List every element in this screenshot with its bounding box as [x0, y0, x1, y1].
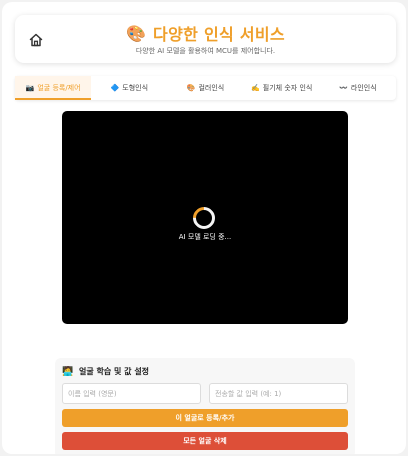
value-input[interactable]: [209, 383, 348, 404]
page-title: 다양한 인식 서비스: [153, 25, 285, 44]
page-title-row: 🎨 다양한 인식 서비스: [15, 21, 396, 45]
palette-icon: 🎨: [186, 84, 196, 92]
header-card: 🎨 다양한 인식 서비스 다양한 AI 모델을 활용하여 MCU를 제어합니다.: [15, 15, 396, 63]
camera-icon: 📷: [25, 84, 35, 92]
tab-handwriting-recognition[interactable]: ✍️ 필기체 숫자 인식: [244, 76, 320, 100]
tab-color-recognition[interactable]: 🎨 컬러인식: [167, 76, 243, 100]
wavy-line-icon: 〰️: [339, 84, 348, 92]
panel-title-text: 얼굴 학습 및 값 설정: [79, 367, 150, 376]
app-page: 🎨 다양한 인식 서비스 다양한 AI 모델을 활용하여 MCU를 제어합니다.…: [2, 2, 406, 454]
technologist-icon: 🧑‍💻: [62, 367, 74, 377]
tab-label: 컬러인식: [198, 84, 225, 92]
panel-title: 🧑‍💻 얼굴 학습 및 값 설정: [62, 366, 149, 377]
register-face-button[interactable]: 이 얼굴로 등록/추가: [62, 409, 348, 427]
camera-view: AI 모델 로딩 중...: [62, 111, 348, 324]
tab-face-register[interactable]: 📷 얼굴 등록/제어: [15, 76, 92, 100]
tab-label: 얼굴 등록/제어: [37, 84, 81, 92]
palette-icon: 🎨: [126, 23, 146, 43]
page-subtitle: 다양한 AI 모델을 활용하여 MCU를 제어합니다.: [135, 47, 276, 55]
loading-spinner-icon: [188, 202, 220, 234]
tab-label: 라인인식: [350, 84, 377, 92]
diamond-icon: 🔷: [110, 84, 120, 92]
delete-all-faces-button[interactable]: 모든 얼굴 삭제: [62, 432, 348, 450]
tab-label: 필기체 숫자 인식: [262, 84, 313, 92]
name-input[interactable]: [62, 383, 201, 404]
writing-hand-icon: ✍️: [251, 84, 260, 92]
tab-line-recognition[interactable]: 〰️ 라인인식: [320, 76, 396, 100]
tab-bar: 📷 얼굴 등록/제어 🔷 도형인식 🎨 컬러인식 ✍️ 필기체 숫자 인식 〰️…: [15, 76, 396, 100]
face-settings-panel: 🧑‍💻 얼굴 학습 및 값 설정 이 얼굴로 등록/추가 모든 얼굴 삭제: [55, 358, 355, 454]
tab-shape-recognition[interactable]: 🔷 도형인식: [91, 76, 167, 100]
tab-label: 도형인식: [122, 84, 149, 92]
loading-text: AI 모델 로딩 중...: [178, 233, 232, 241]
